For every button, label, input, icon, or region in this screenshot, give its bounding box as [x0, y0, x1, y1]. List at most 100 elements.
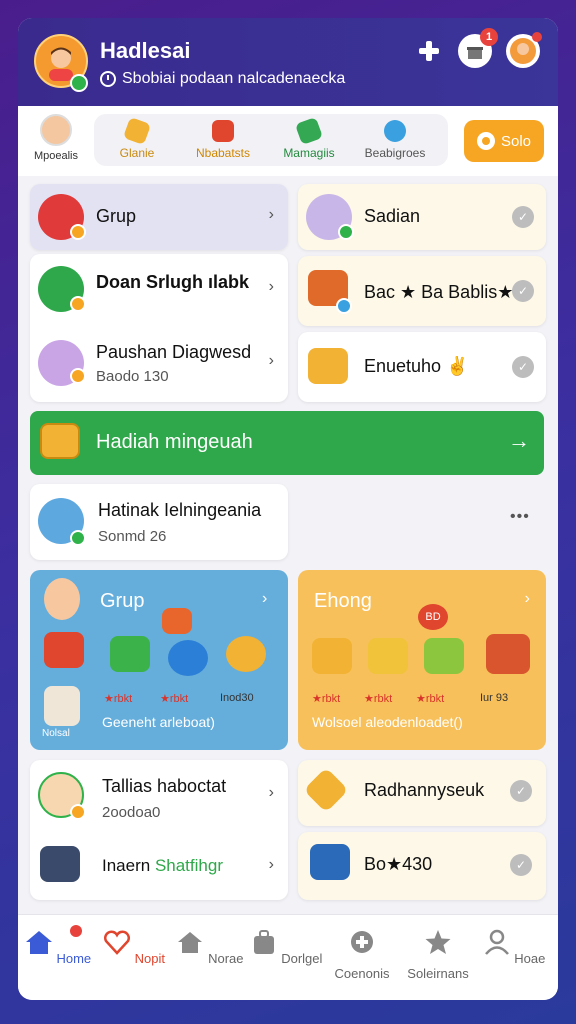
nav-label: Hoae [514, 951, 546, 966]
category-label: Glanie [119, 146, 155, 160]
card-title: Bac ★ Ba Bablis★ [364, 282, 514, 302]
category-label: Beabigroes [364, 146, 426, 160]
nav-profile[interactable]: Hoae [476, 929, 552, 966]
stars-rating: ★rbkt [364, 693, 393, 705]
clock-icon [100, 71, 116, 87]
card-bo[interactable]: Bo★430 ✓ [298, 832, 546, 900]
category-item[interactable]: Beabigroes [352, 120, 438, 160]
card-hatinak[interactable]: Hatinak Ielningeania Sonmd 26 [30, 484, 288, 560]
nav-label: Coenonis [334, 966, 390, 981]
app-window: Hadlesai Sbobiai podaan nalcadenaecka 1 … [18, 18, 558, 1000]
chevron-right-icon: › [262, 590, 268, 607]
category-item[interactable]: Glanie [94, 116, 180, 160]
doan-badge-icon [70, 296, 86, 312]
boy-avatar-icon [44, 578, 80, 620]
chest-icon [486, 634, 530, 674]
gamepad-button[interactable] [412, 34, 446, 68]
card-title: Grup [100, 590, 145, 612]
nav-favorites[interactable]: Nopit [96, 929, 172, 966]
girl-avatar-icon [44, 686, 80, 726]
card-grup[interactable]: Grup › [30, 184, 288, 250]
solo-button[interactable]: Solo [464, 120, 544, 162]
grup-badge-icon [70, 224, 86, 240]
nav-home[interactable]: Home [20, 925, 96, 966]
bottom-nav: Home Nopit Norae Dorlgel Coenonis Soleir… [18, 914, 558, 1000]
treasure-chest-icon [40, 423, 80, 459]
card-title: Grup [96, 206, 137, 226]
bac-badge-icon [336, 298, 352, 314]
chevron-right-icon: › [268, 856, 274, 873]
chevron-right-icon: › [268, 352, 274, 369]
kite-icon [303, 767, 349, 813]
nav-norae[interactable]: Norae [172, 929, 248, 966]
hatinak-badge-icon [70, 530, 86, 546]
check-icon: ✓ [512, 280, 534, 302]
check-icon: ✓ [512, 206, 534, 228]
heart-gift-icon [162, 608, 192, 634]
card-title: Radhannyseuk [364, 780, 485, 800]
card-grup-rewards[interactable]: Grup › ★rbkt ★rbkt Inod30 Nolsal Geeneht… [30, 570, 288, 750]
card-subtitle: Sonmd 26 [98, 528, 167, 545]
green-box-icon [424, 638, 464, 674]
banner-title: Hadiah mingeuah [96, 431, 253, 453]
category-avatar-icon [40, 114, 72, 146]
person-icon [484, 929, 509, 955]
gamepad-icon [419, 41, 439, 61]
stars-rating: ★rbkt [104, 693, 133, 705]
truck-icon [40, 846, 80, 882]
picture-icon [310, 844, 350, 880]
category-bar: Mpoealis Glanie Nbabatsts Mamagiis Beabi… [18, 106, 558, 176]
header: Hadlesai Sbobiai podaan nalcadenaecka 1 [18, 18, 558, 106]
orange-badge: BD [418, 604, 448, 630]
card-doan-paushan: Doan Srlugh ılabk › Paushan Diagwesd Bao… [30, 254, 288, 402]
solo-label: Solo [500, 132, 532, 150]
gold-box-icon [368, 638, 408, 674]
chevron-right-icon: › [268, 278, 274, 295]
weekly-reward-banner[interactable]: Hadiah mingeuah → [30, 411, 544, 475]
card-tallias-inaern: Tallias haboctat 2oodoa0 › Inaern Shatfi… [30, 760, 288, 900]
category-first-label: Mpoealis [33, 150, 79, 162]
card-enuetuho[interactable]: Enuetuho ✌ ✓ [298, 332, 546, 402]
green-cup-icon [110, 636, 150, 672]
card-sadian[interactable]: Sadian ✓ [298, 184, 546, 250]
subtitle-text: Sbobiai podaan nalcadenaecka [122, 70, 346, 87]
nav-soleirnans[interactable]: Soleirnans [400, 929, 476, 981]
arrow-right-icon: → [508, 428, 530, 453]
card-title: Bo★430 [364, 854, 433, 874]
inaern-row[interactable]: Inaern Shatfihgr [102, 856, 223, 876]
nav-coenonis[interactable]: Coenonis [324, 929, 400, 981]
card-bac[interactable]: Bac ★ Ba Bablis★ ✓ [298, 256, 546, 326]
card-subtitle: Baodo 130 [96, 368, 169, 385]
stars-rating: ★rbkt [160, 693, 189, 705]
nav-dorlgel[interactable]: Dorlgel [248, 929, 324, 966]
more-options-button[interactable]: ••• [510, 508, 530, 526]
card-ehong-rewards[interactable]: Ehong › BD ★rbkt ★rbkt ★rbkt Iur 93 Wols… [298, 570, 546, 750]
card-radhan[interactable]: Radhannyseuk ✓ [298, 760, 546, 826]
notifications-button[interactable]: 1 [458, 28, 498, 68]
paushan-badge-icon [70, 368, 86, 384]
nav-label: Dorlgel [281, 951, 323, 966]
profile-button[interactable] [506, 32, 542, 68]
card-title[interactable]: Tallias haboctat [102, 776, 226, 797]
leaf-icon [294, 116, 324, 146]
blue-ball-icon [168, 640, 208, 676]
stars-rating: ★rbkt [312, 693, 341, 705]
check-icon: ✓ [510, 780, 532, 802]
chevron-right-icon: › [268, 206, 274, 223]
globe-icon [384, 120, 406, 142]
category-label: Nbabatsts [195, 146, 251, 160]
inaern-highlight: Shatfihgr [154, 856, 223, 875]
category-first[interactable]: Mpoealis [30, 114, 82, 162]
card-title[interactable]: Doan Srlugh ılabk [96, 272, 249, 293]
home-icon [25, 931, 52, 954]
card-note: Geeneht arleboat) [102, 714, 215, 730]
category-item[interactable]: Nbabatsts [180, 120, 266, 160]
category-item[interactable]: Mamagiis [266, 116, 352, 160]
house-icon [178, 932, 203, 953]
puzzle-icon [312, 638, 352, 674]
crown-icon [212, 120, 234, 142]
gold-coin-icon [226, 636, 266, 672]
bag-icon [253, 930, 274, 954]
card-title: Hatinak Ielningeania [98, 500, 262, 520]
card-title[interactable]: Paushan Diagwesd [96, 342, 251, 363]
